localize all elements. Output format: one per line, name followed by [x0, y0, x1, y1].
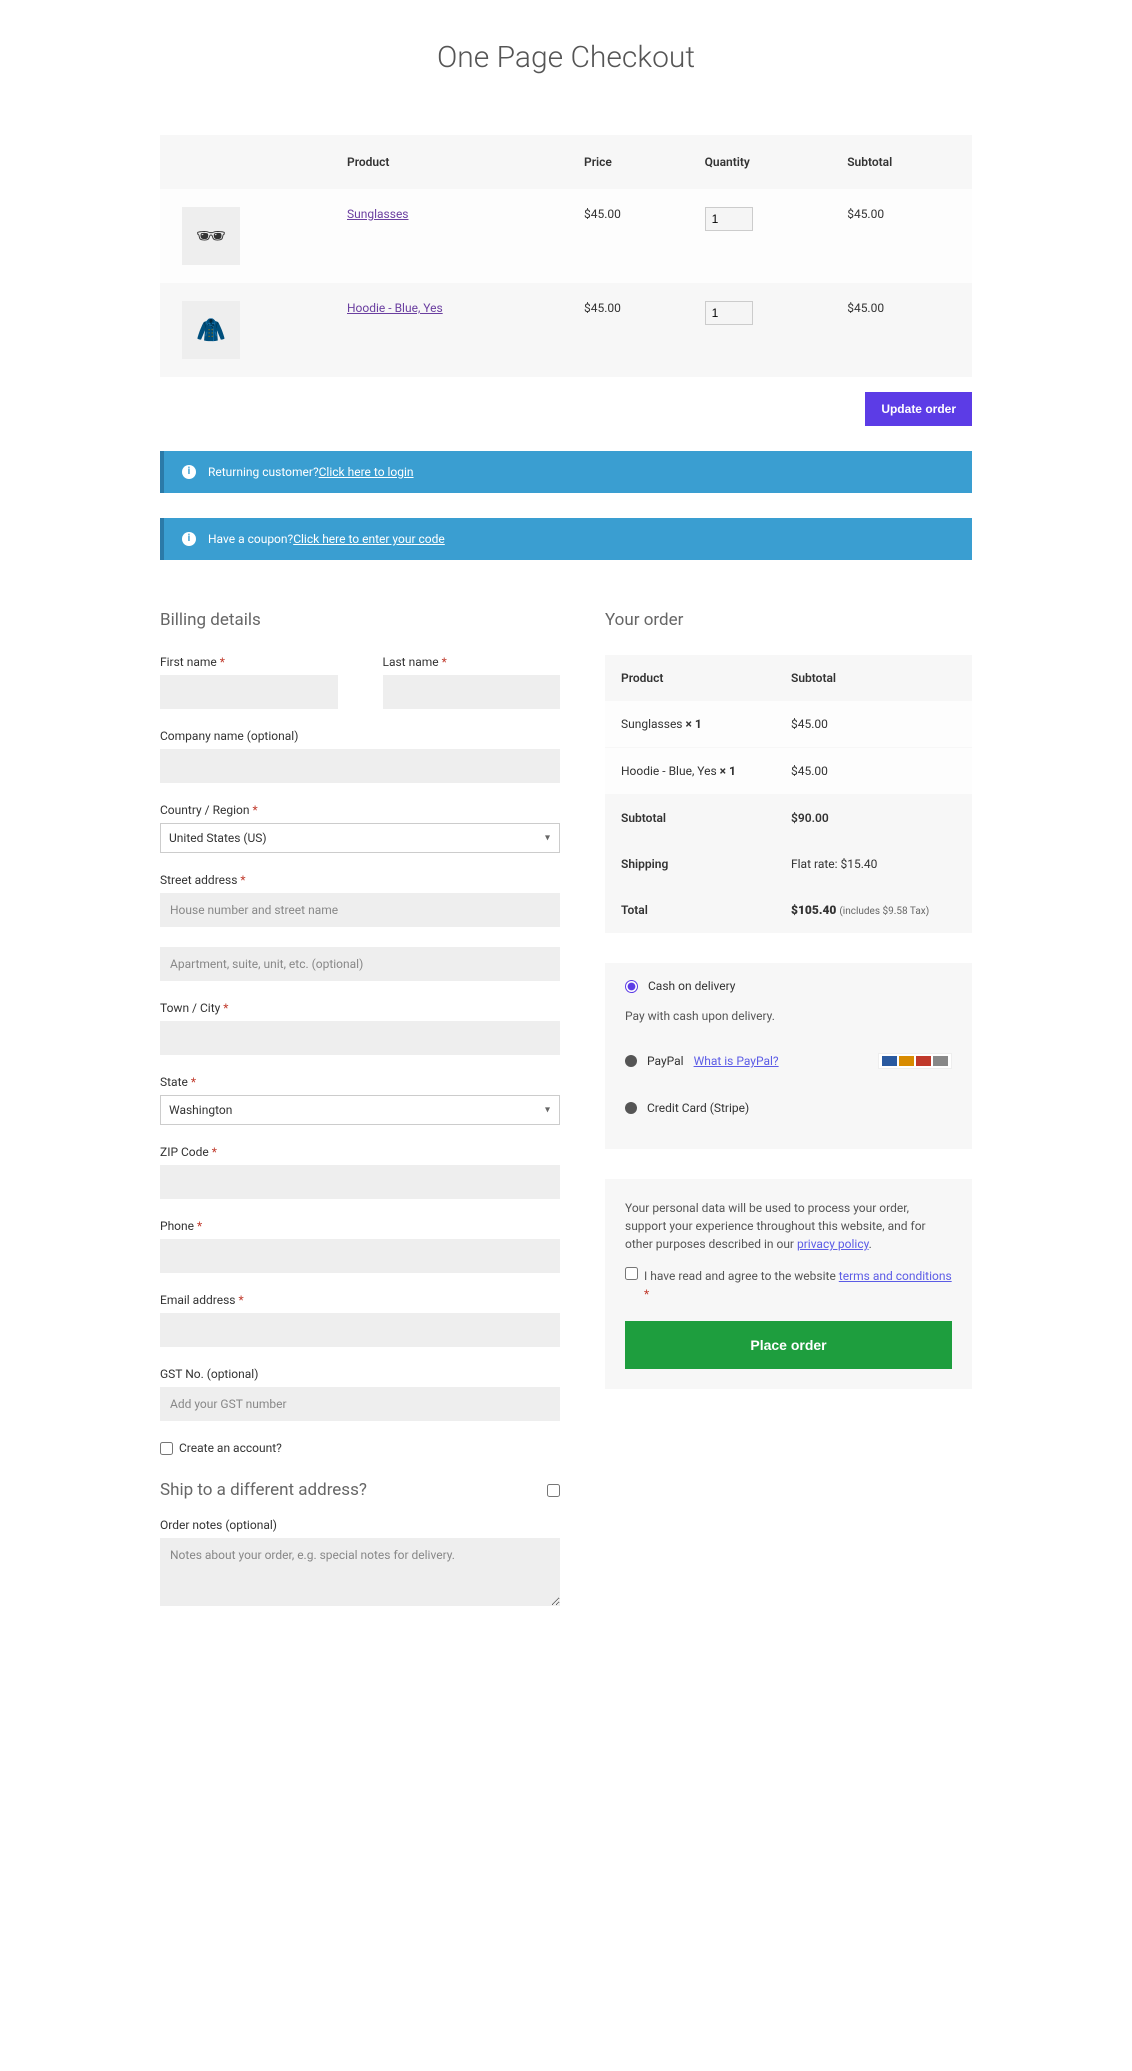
- header-product: Product: [335, 135, 572, 189]
- gst-input[interactable]: [160, 1387, 560, 1421]
- first-name-label: First name *: [160, 655, 338, 669]
- city-input[interactable]: [160, 1021, 560, 1055]
- ship-different-heading: Ship to a different address?: [160, 1480, 367, 1500]
- your-order-heading: Your order: [605, 610, 972, 630]
- company-input[interactable]: [160, 749, 560, 783]
- subtotal-label: Subtotal: [605, 795, 775, 842]
- update-order-button[interactable]: Update order: [865, 392, 972, 426]
- phone-label: Phone *: [160, 1219, 560, 1233]
- order-line: Hoodie - Blue, Yes × 1 $45.00: [605, 748, 972, 795]
- order-line: Sunglasses × 1 $45.00: [605, 701, 972, 748]
- cart-table: Product Price Quantity Subtotal 🕶 Sungla…: [160, 135, 972, 377]
- returning-customer-banner: i Returning customer? Click here to logi…: [160, 451, 972, 493]
- company-label: Company name (optional): [160, 729, 560, 743]
- quantity-input[interactable]: [705, 301, 753, 325]
- quantity-input[interactable]: [705, 207, 753, 231]
- last-name-label: Last name *: [383, 655, 561, 669]
- product-link[interactable]: Sunglasses: [347, 207, 409, 221]
- login-link[interactable]: Click here to login: [319, 465, 414, 479]
- payment-methods: Cash on delivery Pay with cash upon deli…: [605, 963, 972, 1149]
- product-thumbnail: 🕶: [182, 207, 240, 265]
- create-account-checkbox[interactable]: [160, 1442, 173, 1455]
- card-icons: [878, 1053, 952, 1069]
- payment-stripe-label: Credit Card (Stripe): [647, 1101, 749, 1115]
- total-label: Total: [605, 887, 775, 933]
- terms-checkbox[interactable]: [625, 1267, 638, 1280]
- order-summary-table: Product Subtotal Sunglasses × 1 $45.00 H…: [605, 655, 972, 933]
- agree-text: I have read and agree to the website: [644, 1269, 839, 1283]
- cart-row: 🧥 Hoodie - Blue, Yes $45.00 $45.00: [160, 283, 972, 377]
- street-label: Street address *: [160, 873, 560, 887]
- phone-input[interactable]: [160, 1239, 560, 1273]
- gst-label: GST No. (optional): [160, 1367, 560, 1381]
- info-icon: i: [182, 532, 196, 546]
- total-value: $105.40 (includes $9.58 Tax): [775, 887, 972, 933]
- what-is-paypal-link[interactable]: What is PayPal?: [694, 1054, 779, 1068]
- order-header-product: Product: [605, 655, 775, 701]
- product-subtotal: $45.00: [835, 189, 972, 283]
- product-price: $45.00: [572, 189, 693, 283]
- shipping-value: Flat rate: $15.40: [775, 841, 972, 887]
- place-order-button[interactable]: Place order: [625, 1321, 952, 1369]
- email-input[interactable]: [160, 1313, 560, 1347]
- create-account-label: Create an account?: [179, 1441, 282, 1455]
- coupon-banner: i Have a coupon? Click here to enter you…: [160, 518, 972, 560]
- ship-different-checkbox[interactable]: [547, 1484, 560, 1497]
- order-notes-label: Order notes (optional): [160, 1518, 560, 1532]
- last-name-input[interactable]: [383, 675, 561, 709]
- shipping-label: Shipping: [605, 841, 775, 887]
- privacy-policy-link[interactable]: privacy policy: [797, 1237, 869, 1251]
- header-quantity: Quantity: [693, 135, 836, 189]
- coupon-link[interactable]: Click here to enter your code: [293, 532, 445, 546]
- header-subtotal: Subtotal: [835, 135, 972, 189]
- first-name-input[interactable]: [160, 675, 338, 709]
- privacy-text: Your personal data will be used to proce…: [625, 1201, 926, 1251]
- payment-cod-label: Cash on delivery: [648, 979, 735, 993]
- payment-stripe-radio[interactable]: [625, 1102, 637, 1114]
- product-subtotal: $45.00: [835, 283, 972, 377]
- product-price: $45.00: [572, 283, 693, 377]
- order-header-subtotal: Subtotal: [775, 655, 972, 701]
- street2-input[interactable]: [160, 947, 560, 981]
- street-input[interactable]: [160, 893, 560, 927]
- banner-text: Returning customer?: [208, 465, 319, 479]
- cart-row: 🕶 Sunglasses $45.00 $45.00: [160, 189, 972, 283]
- privacy-box: Your personal data will be used to proce…: [605, 1179, 972, 1389]
- order-notes-textarea[interactable]: [160, 1538, 560, 1606]
- email-label: Email address *: [160, 1293, 560, 1307]
- city-label: Town / City *: [160, 1001, 560, 1015]
- country-select[interactable]: United States (US): [160, 823, 560, 853]
- billing-heading: Billing details: [160, 610, 560, 630]
- header-price: Price: [572, 135, 693, 189]
- subtotal-value: $90.00: [775, 795, 972, 842]
- product-link[interactable]: Hoodie - Blue, Yes: [347, 301, 443, 315]
- payment-cod-description: Pay with cash upon delivery.: [605, 1009, 972, 1037]
- state-select[interactable]: Washington: [160, 1095, 560, 1125]
- payment-paypal-radio[interactable]: [625, 1055, 637, 1067]
- payment-cod-radio[interactable]: [625, 980, 638, 993]
- zip-label: ZIP Code *: [160, 1145, 560, 1159]
- info-icon: i: [182, 465, 196, 479]
- country-label: Country / Region *: [160, 803, 560, 817]
- product-thumbnail: 🧥: [182, 301, 240, 359]
- page-title: One Page Checkout: [160, 40, 972, 75]
- payment-paypal-label: PayPal: [647, 1054, 684, 1068]
- banner-text: Have a coupon?: [208, 532, 293, 546]
- zip-input[interactable]: [160, 1165, 560, 1199]
- terms-link[interactable]: terms and conditions: [839, 1269, 952, 1283]
- state-label: State *: [160, 1075, 560, 1089]
